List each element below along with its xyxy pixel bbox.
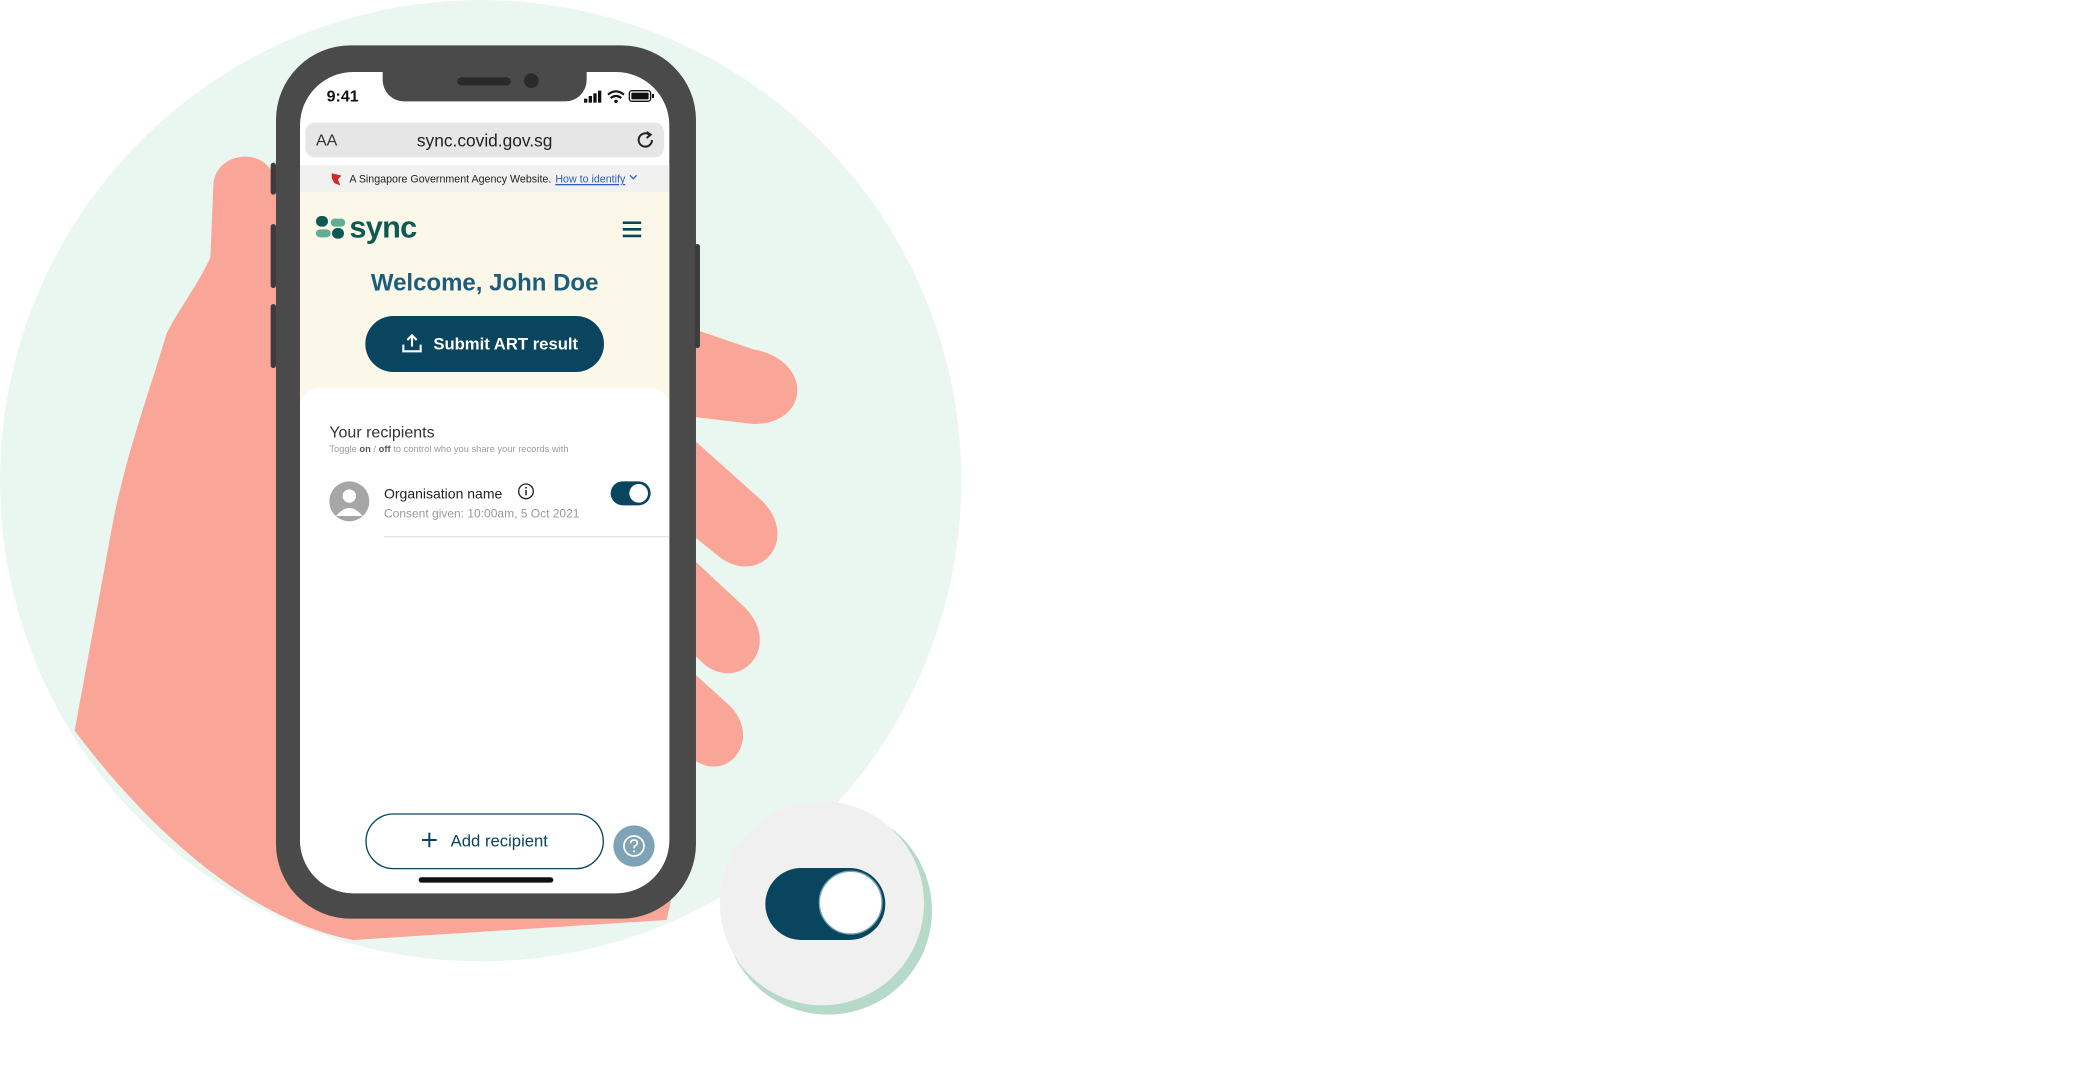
phone-side-button bbox=[270, 162, 276, 195]
how-to-identify-link[interactable]: How to identify bbox=[555, 173, 625, 185]
speaker-grille bbox=[457, 77, 511, 86]
avatar bbox=[329, 481, 370, 522]
upload-icon bbox=[402, 333, 422, 353]
row-divider bbox=[383, 535, 670, 538]
help-button[interactable] bbox=[613, 825, 655, 867]
gov-banner-text: A Singapore Government Agency Website. bbox=[349, 173, 552, 186]
zoomed-toggle-knob bbox=[818, 870, 883, 935]
consent-text: Consent given: 10:00am, 5 Oct 2021 bbox=[383, 506, 580, 520]
home-indicator bbox=[418, 877, 554, 883]
recipients-title: Your recipients bbox=[329, 422, 435, 442]
plus-icon bbox=[421, 832, 437, 848]
recipient-toggle[interactable] bbox=[610, 481, 651, 506]
front-camera bbox=[523, 73, 539, 88]
info-icon[interactable] bbox=[517, 483, 534, 500]
welcome-heading: Welcome, John Doe bbox=[370, 269, 599, 296]
add-recipient-label: Add recipient bbox=[450, 831, 548, 851]
gov-banner: A Singapore Government Agency Website. Ho… bbox=[299, 165, 670, 192]
hamburger-menu-icon[interactable] bbox=[622, 221, 642, 238]
finger-3 bbox=[686, 553, 760, 674]
signal-icon bbox=[583, 98, 588, 103]
toggle-knob bbox=[629, 483, 648, 503]
phone-power-button bbox=[694, 243, 700, 348]
submit-art-result-button[interactable]: Submit ART result bbox=[365, 315, 604, 372]
lion-head-icon bbox=[331, 173, 342, 186]
chevron-down-icon[interactable] bbox=[629, 173, 638, 181]
reload-icon[interactable] bbox=[635, 129, 656, 150]
phone-volume-up bbox=[270, 223, 276, 288]
sync-logo[interactable]: sync bbox=[315, 209, 422, 248]
url-text[interactable]: sync.covid.gov.sg bbox=[305, 131, 664, 151]
address-bar[interactable]: AA sync.covid.gov.sg bbox=[305, 122, 664, 158]
add-recipient-button[interactable]: Add recipient bbox=[365, 813, 604, 870]
recipient-name: Organisation name bbox=[383, 486, 503, 503]
finger-2 bbox=[686, 433, 778, 567]
user-icon bbox=[335, 489, 363, 516]
status-time: 9:41 bbox=[326, 86, 359, 106]
sync-logo-text: sync bbox=[349, 209, 417, 244]
submit-art-result-label: Submit ART result bbox=[433, 334, 579, 354]
phone-volume-down bbox=[270, 303, 276, 368]
wifi-icon bbox=[607, 90, 625, 104]
zoomed-toggle bbox=[765, 867, 886, 940]
recipients-subtitle: Toggle on / off to control who you share… bbox=[329, 445, 569, 455]
phone-screen: 9:41 AA sync.covid.gov.sg A Singapore Go… bbox=[299, 71, 670, 894]
question-mark-icon bbox=[623, 835, 645, 857]
phone-notch bbox=[382, 71, 587, 102]
battery-icon bbox=[628, 89, 654, 102]
finger-1 bbox=[686, 326, 798, 424]
status-icons bbox=[583, 89, 654, 104]
app-header: sync Welcome, John Doe Submit ART result bbox=[299, 191, 670, 406]
sync-logo-icon bbox=[315, 215, 346, 239]
